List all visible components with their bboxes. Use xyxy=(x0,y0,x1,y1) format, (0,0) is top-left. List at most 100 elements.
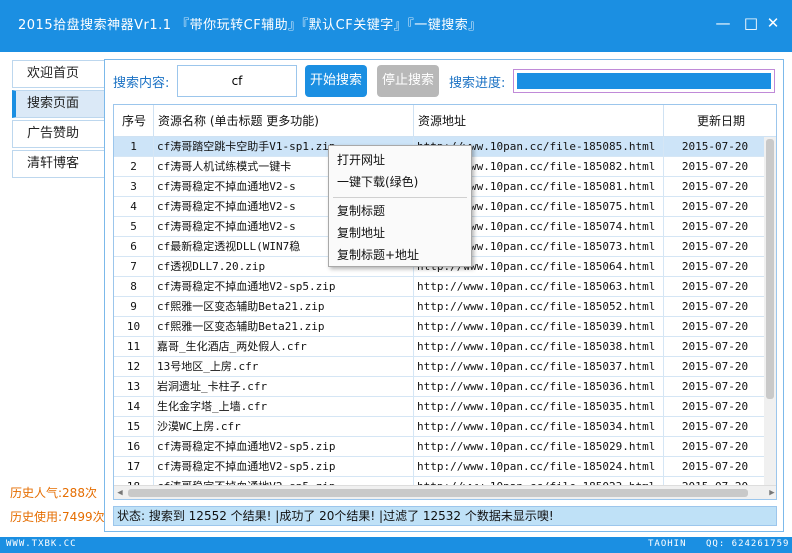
table-row[interactable]: 15 沙漠WC上房.cfr http://www.10pan.cc/file-185… xyxy=(114,417,766,437)
row-name: 沙漠WC上房.cfr xyxy=(154,417,414,437)
row-index: 2 xyxy=(114,157,154,177)
sidebar: 欢迎首页 搜索页面 广告赞助 清轩博客 历史人气:288次 历史使用:7499次 xyxy=(0,52,105,537)
row-date: 2015-07-20 xyxy=(681,340,749,353)
progress-fill xyxy=(517,73,771,89)
history-popularity: 历史人气:288次 xyxy=(10,486,97,500)
context-menu: 打开网址 一键下载(绿色) 复制标题 复制地址 复制标题+地址 xyxy=(328,145,472,267)
sidebar-item-home[interactable]: 欢迎首页 xyxy=(12,60,104,88)
row-index: 16 xyxy=(114,437,154,457)
title-bar: 2015拾盘搜索神器Vr1.1 『带你玩转CF辅助』『默认CF关键字』『一键搜索… xyxy=(0,0,792,52)
row-date: 2015-07-20 xyxy=(681,460,749,473)
row-index: 13 xyxy=(114,377,154,397)
stop-search-button[interactable]: 停止搜索 xyxy=(377,65,439,97)
row-url[interactable]: http://www.10pan.cc/file-185038.html xyxy=(414,337,664,357)
row-date: 2015-07-20 xyxy=(681,160,749,173)
row-url[interactable]: http://www.10pan.cc/file-185036.html xyxy=(414,377,664,397)
table-row[interactable]: 8 cf涛哥稳定不掉血通地V2-sp5.zip http://www.10pan.c… xyxy=(114,277,766,297)
scroll-left-icon[interactable]: ◀ xyxy=(114,486,126,499)
sidebar-item-search[interactable]: 搜索页面 xyxy=(12,90,104,118)
footer-author: TAOHIN xyxy=(648,539,687,549)
row-date: 2015-07-20 xyxy=(681,240,749,253)
row-index: 5 xyxy=(114,217,154,237)
row-name: cf涛哥稳定不掉血通地V2-sp5.zip xyxy=(154,437,414,457)
row-date: 2015-07-20 xyxy=(681,200,749,213)
menu-item-copy-url[interactable]: 复制地址 xyxy=(329,223,471,243)
row-url[interactable]: http://www.10pan.cc/file-185029.html xyxy=(414,437,664,457)
row-url[interactable]: http://www.10pan.cc/file-185039.html xyxy=(414,317,664,337)
row-name: 13号地区_上房.cfr xyxy=(154,357,414,377)
menu-item-copy-title[interactable]: 复制标题 xyxy=(329,201,471,221)
row-date: 2015-07-20 xyxy=(681,420,749,433)
header-url[interactable]: 资源地址 xyxy=(414,105,664,137)
row-date: 2015-07-20 xyxy=(681,180,749,193)
table-row[interactable]: 12 13号地区_上房.cfr http://www.10pan.cc/file-1… xyxy=(114,357,766,377)
horizontal-scrollbar[interactable]: ◀ ▶ xyxy=(114,485,776,499)
table-row[interactable]: 13 岩洞遗址_卡柱子.cfr http://www.10pan.cc/file-1… xyxy=(114,377,766,397)
maximize-icon[interactable]: □ xyxy=(740,12,762,34)
search-panel: 搜索内容: cf 开始搜索 停止搜索 搜索进度: 序号 资源名称 (单击标题 更… xyxy=(104,59,784,532)
vertical-scrollbar[interactable] xyxy=(764,137,776,485)
footer-bar: WWW.TXBK.CC TAOHIN QQ: 624261759 xyxy=(0,537,792,553)
sidebar-item-ads[interactable]: 广告赞助 xyxy=(12,120,104,148)
row-index: 14 xyxy=(114,397,154,417)
table-row[interactable]: 11 嘉哥_生化酒店_两处假人.cfr http://www.10pan.cc/fi… xyxy=(114,337,766,357)
footer-qq: QQ: 624261759 xyxy=(706,539,790,549)
row-date: 2015-07-20 xyxy=(681,220,749,233)
vertical-scroll-thumb[interactable] xyxy=(766,139,774,399)
table-row[interactable]: 17 cf涛哥稳定不掉血通地V2-sp5.zip http://www.10pan.… xyxy=(114,457,766,477)
search-input[interactable]: cf xyxy=(177,65,297,97)
header-date[interactable]: 更新日期 xyxy=(664,105,776,137)
scroll-right-icon[interactable]: ▶ xyxy=(766,486,776,499)
row-index: 7 xyxy=(114,257,154,277)
row-index: 11 xyxy=(114,337,154,357)
row-index: 6 xyxy=(114,237,154,257)
row-date: 2015-07-20 xyxy=(681,140,749,153)
history-usage: 历史使用:7499次 xyxy=(10,510,105,524)
close-icon[interactable]: ✕ xyxy=(762,12,784,34)
row-url[interactable]: http://www.10pan.cc/file-185052.html xyxy=(414,297,664,317)
client-area: 欢迎首页 搜索页面 广告赞助 清轩博客 历史人气:288次 历史使用:7499次… xyxy=(0,52,792,537)
row-date: 2015-07-20 xyxy=(681,360,749,373)
row-index: 4 xyxy=(114,197,154,217)
sidebar-item-blog[interactable]: 清轩博客 xyxy=(12,150,104,178)
menu-item-open-url[interactable]: 打开网址 xyxy=(329,150,471,170)
row-name: 岩洞遗址_卡柱子.cfr xyxy=(154,377,414,397)
row-url[interactable]: http://www.10pan.cc/file-185037.html xyxy=(414,357,664,377)
menu-item-copy-title-url[interactable]: 复制标题+地址 xyxy=(329,245,471,265)
row-index: 3 xyxy=(114,177,154,197)
row-url[interactable]: http://www.10pan.cc/file-185035.html xyxy=(414,397,664,417)
table-row[interactable]: 9 cf熙雅一区变态辅助Beta21.zip http://www.10pan.cc… xyxy=(114,297,766,317)
row-date: 2015-07-20 xyxy=(681,280,749,293)
row-date: 2015-07-20 xyxy=(681,260,749,273)
status-bar: 状态: 搜索到 12552 个结果! |成功了 20个结果! |过滤了 1253… xyxy=(113,506,777,526)
window-title: 2015拾盘搜索神器Vr1.1 『带你玩转CF辅助』『默认CF关键字』『一键搜索… xyxy=(18,18,482,33)
row-name: cf熙雅一区变态辅助Beta21.zip xyxy=(154,297,414,317)
table-row[interactable]: 10 cf熙雅一区变态辅助Beta21.zip http://www.10pan.c… xyxy=(114,317,766,337)
row-name: cf涛哥稳定不掉血通地V2-sp5.zip xyxy=(154,277,414,297)
start-search-button[interactable]: 开始搜索 xyxy=(305,65,367,97)
row-index: 17 xyxy=(114,457,154,477)
header-index[interactable]: 序号 xyxy=(114,105,154,137)
horizontal-scroll-thumb[interactable] xyxy=(128,489,748,497)
row-url[interactable]: http://www.10pan.cc/file-185024.html xyxy=(414,457,664,477)
row-name: cf涛哥稳定不掉血通地V2-sp5.zip xyxy=(154,457,414,477)
footer-site: WWW.TXBK.CC xyxy=(6,539,77,549)
row-url[interactable]: http://www.10pan.cc/file-185063.html xyxy=(414,277,664,297)
header-name[interactable]: 资源名称 (单击标题 更多功能) xyxy=(154,105,414,137)
row-url[interactable]: http://www.10pan.cc/file-185034.html xyxy=(414,417,664,437)
row-name: cf熙雅一区变态辅助Beta21.zip xyxy=(154,317,414,337)
progress-label: 搜索进度: xyxy=(449,76,506,91)
search-progress-bar xyxy=(513,69,775,93)
row-index: 10 xyxy=(114,317,154,337)
menu-separator xyxy=(333,197,467,198)
row-name: 生化金字塔_上墙.cfr xyxy=(154,397,414,417)
menu-item-download[interactable]: 一键下载(绿色) xyxy=(329,172,471,192)
row-date: 2015-07-20 xyxy=(681,440,749,453)
row-index: 9 xyxy=(114,297,154,317)
table-row[interactable]: 16 cf涛哥稳定不掉血通地V2-sp5.zip http://www.10pan.… xyxy=(114,437,766,457)
table-row[interactable]: 14 生化金字塔_上墙.cfr http://www.10pan.cc/file-1… xyxy=(114,397,766,417)
table-header: 序号 资源名称 (单击标题 更多功能) 资源地址 更新日期 xyxy=(114,105,776,137)
row-index: 1 xyxy=(114,137,154,157)
row-name: 嘉哥_生化酒店_两处假人.cfr xyxy=(154,337,414,357)
minimize-icon[interactable]: — xyxy=(712,12,734,34)
